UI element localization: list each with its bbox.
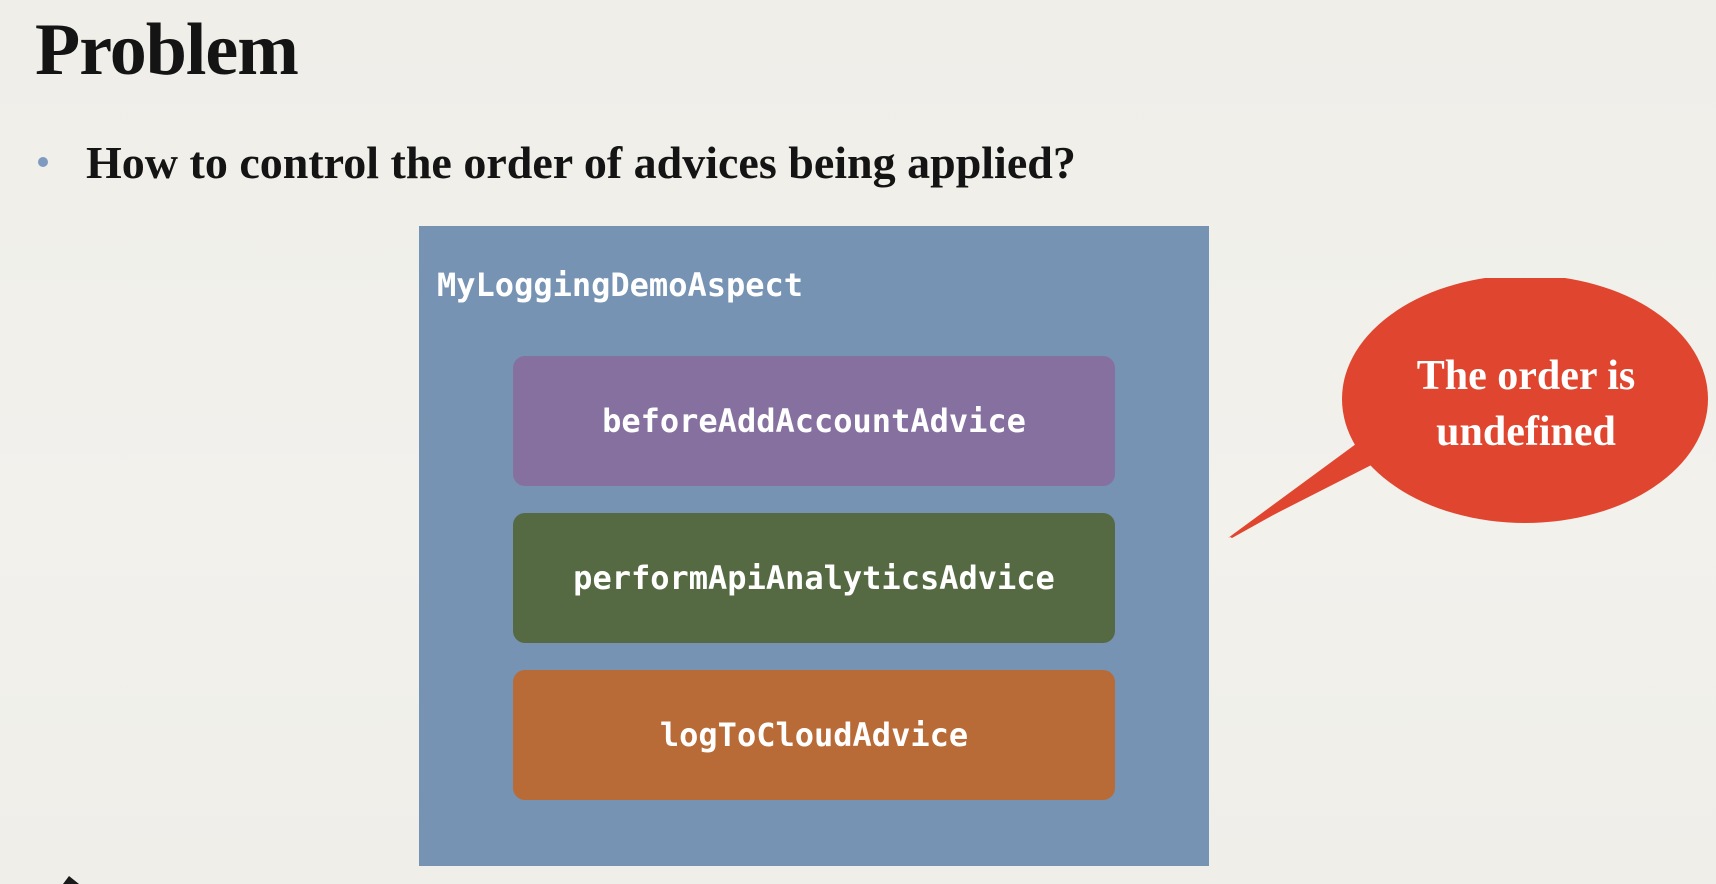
callout-line-1: The order is <box>1416 353 1636 399</box>
bullet-text: How to control the order of advices bein… <box>86 136 1076 188</box>
slide: Problem How to control the order of advi… <box>0 0 1716 884</box>
callout-line-2: undefined <box>1436 409 1616 455</box>
advice-label: logToCloudAdvice <box>659 716 969 754</box>
advice-label: performApiAnalyticsAdvice <box>573 559 1055 597</box>
advice-box-log-to-cloud: logToCloudAdvice <box>513 670 1115 800</box>
aspect-box: MyLoggingDemoAspect beforeAddAccountAdvi… <box>419 226 1209 866</box>
bullet-dot-icon <box>38 157 48 167</box>
advice-box-before-add-account: beforeAddAccountAdvice <box>513 356 1115 486</box>
bullet-item: How to control the order of advices bein… <box>34 130 1076 194</box>
advice-label: beforeAddAccountAdvice <box>602 402 1026 440</box>
aspect-name: MyLoggingDemoAspect <box>437 266 804 304</box>
advice-box-perform-api-analytics: performApiAnalyticsAdvice <box>513 513 1115 643</box>
pointer-icon <box>63 876 79 884</box>
slide-title: Problem <box>35 9 299 91</box>
callout-text: The order is undefined <box>1341 348 1711 460</box>
